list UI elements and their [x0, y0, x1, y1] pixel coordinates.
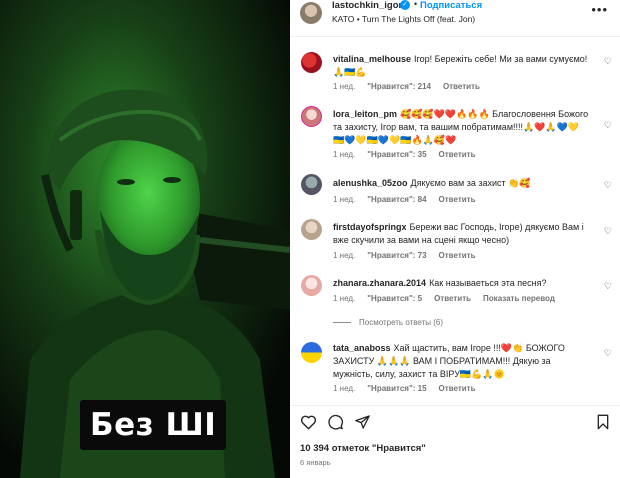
- post-viewer: Без ШІ lastochkin_igor ✓ • Подписаться K…: [0, 0, 620, 478]
- comment-likes[interactable]: "Нравится": 15: [367, 384, 426, 393]
- post-date: 6 январь: [300, 458, 331, 467]
- reply-button[interactable]: Ответить: [439, 150, 476, 159]
- comment-time: 1 нед.: [333, 150, 356, 159]
- reply-button[interactable]: Ответить: [439, 384, 476, 393]
- comment-like-icon[interactable]: ♡: [604, 120, 612, 131]
- more-icon[interactable]: •••: [591, 2, 608, 17]
- author-avatar[interactable]: [300, 2, 322, 24]
- comment-meta: 1 нед. "Нравится": 73 Ответить: [333, 251, 487, 260]
- commenter-avatar[interactable]: [301, 219, 322, 240]
- comment-likes[interactable]: "Нравится": 73: [367, 251, 426, 260]
- comment-username[interactable]: firstdayofspringx: [333, 222, 407, 232]
- comment-icon[interactable]: [327, 414, 344, 435]
- translate-button[interactable]: Показать перевод: [483, 294, 555, 303]
- comment-username[interactable]: lora_leiton_pm: [333, 109, 397, 119]
- commenter-avatar[interactable]: [301, 275, 322, 296]
- comment-meta: 1 нед. "Нравится": 35 Ответить: [333, 150, 487, 159]
- likes-count[interactable]: 10 394 отметок "Нравится": [300, 443, 426, 454]
- comment-meta: 1 нед. "Нравится": 84 Ответить: [333, 195, 487, 204]
- comment-text: Дякуємо вам за захист 👏🥰: [410, 178, 531, 188]
- post-header: lastochkin_igor ✓ • Подписаться KATO • T…: [290, 0, 620, 30]
- author-username[interactable]: lastochkin_igor: [332, 0, 402, 11]
- comment-likes[interactable]: "Нравится": 5: [367, 294, 422, 303]
- comment-likes[interactable]: "Нравится": 35: [367, 150, 426, 159]
- comment-meta: 1 нед. "Нравится": 214 Ответить: [333, 82, 492, 91]
- reply-button[interactable]: Ответить: [434, 294, 471, 303]
- commenter-avatar[interactable]: [301, 52, 322, 73]
- comment-time: 1 нед.: [333, 294, 356, 303]
- divider: [290, 405, 620, 406]
- commenter-avatar[interactable]: [301, 342, 322, 363]
- comment-like-icon[interactable]: ♡: [604, 281, 612, 292]
- comment-username[interactable]: alenushka_05zoo: [333, 178, 408, 188]
- heart-icon[interactable]: [300, 414, 317, 435]
- comment-meta: 1 нед. "Нравится": 15 Ответить: [333, 384, 487, 393]
- comment-text: Как называеться эта песня?: [429, 278, 547, 288]
- bookmark-icon[interactable]: [596, 414, 610, 435]
- post-video[interactable]: Без ШІ: [0, 0, 290, 478]
- video-caption: Без ШІ: [80, 400, 227, 450]
- comments-panel: lastochkin_igor ✓ • Подписаться KATO • T…: [290, 0, 620, 478]
- comment-like-icon[interactable]: ♡: [604, 56, 612, 67]
- comment-username[interactable]: zhanara.zhanara.2014: [333, 278, 426, 288]
- comment-meta: 1 нед. "Нравится": 5 Ответить Показать пере…: [333, 294, 567, 303]
- comment-time: 1 нед.: [333, 195, 356, 204]
- share-icon[interactable]: [354, 414, 371, 435]
- comment-likes[interactable]: "Нравится": 214: [367, 82, 431, 91]
- verified-badge-icon: ✓: [400, 0, 410, 10]
- comment-time: 1 нед.: [333, 384, 356, 393]
- commenter-avatar[interactable]: [301, 106, 322, 127]
- comment-username[interactable]: tata_anaboss: [333, 343, 391, 353]
- view-replies-button[interactable]: Посмотреть ответы (6): [333, 318, 443, 327]
- header-separator: •: [414, 0, 418, 9]
- comment-likes[interactable]: "Нравится": 84: [367, 195, 426, 204]
- comment-like-icon[interactable]: ♡: [604, 180, 612, 191]
- comment-like-icon[interactable]: ♡: [604, 348, 612, 359]
- audio-track[interactable]: KATO • Turn The Lights Off (feat. Jon): [332, 14, 475, 24]
- reply-button[interactable]: Ответить: [443, 82, 480, 91]
- reply-button[interactable]: Ответить: [439, 195, 476, 204]
- comment-username[interactable]: vitalina_melhouse: [333, 54, 411, 64]
- comment-like-icon[interactable]: ♡: [604, 226, 612, 237]
- follow-button[interactable]: Подписаться: [420, 0, 482, 11]
- commenter-avatar[interactable]: [301, 174, 322, 195]
- reply-button[interactable]: Ответить: [439, 251, 476, 260]
- comment-time: 1 нед.: [333, 82, 356, 91]
- comment-time: 1 нед.: [333, 251, 356, 260]
- divider: [290, 36, 620, 37]
